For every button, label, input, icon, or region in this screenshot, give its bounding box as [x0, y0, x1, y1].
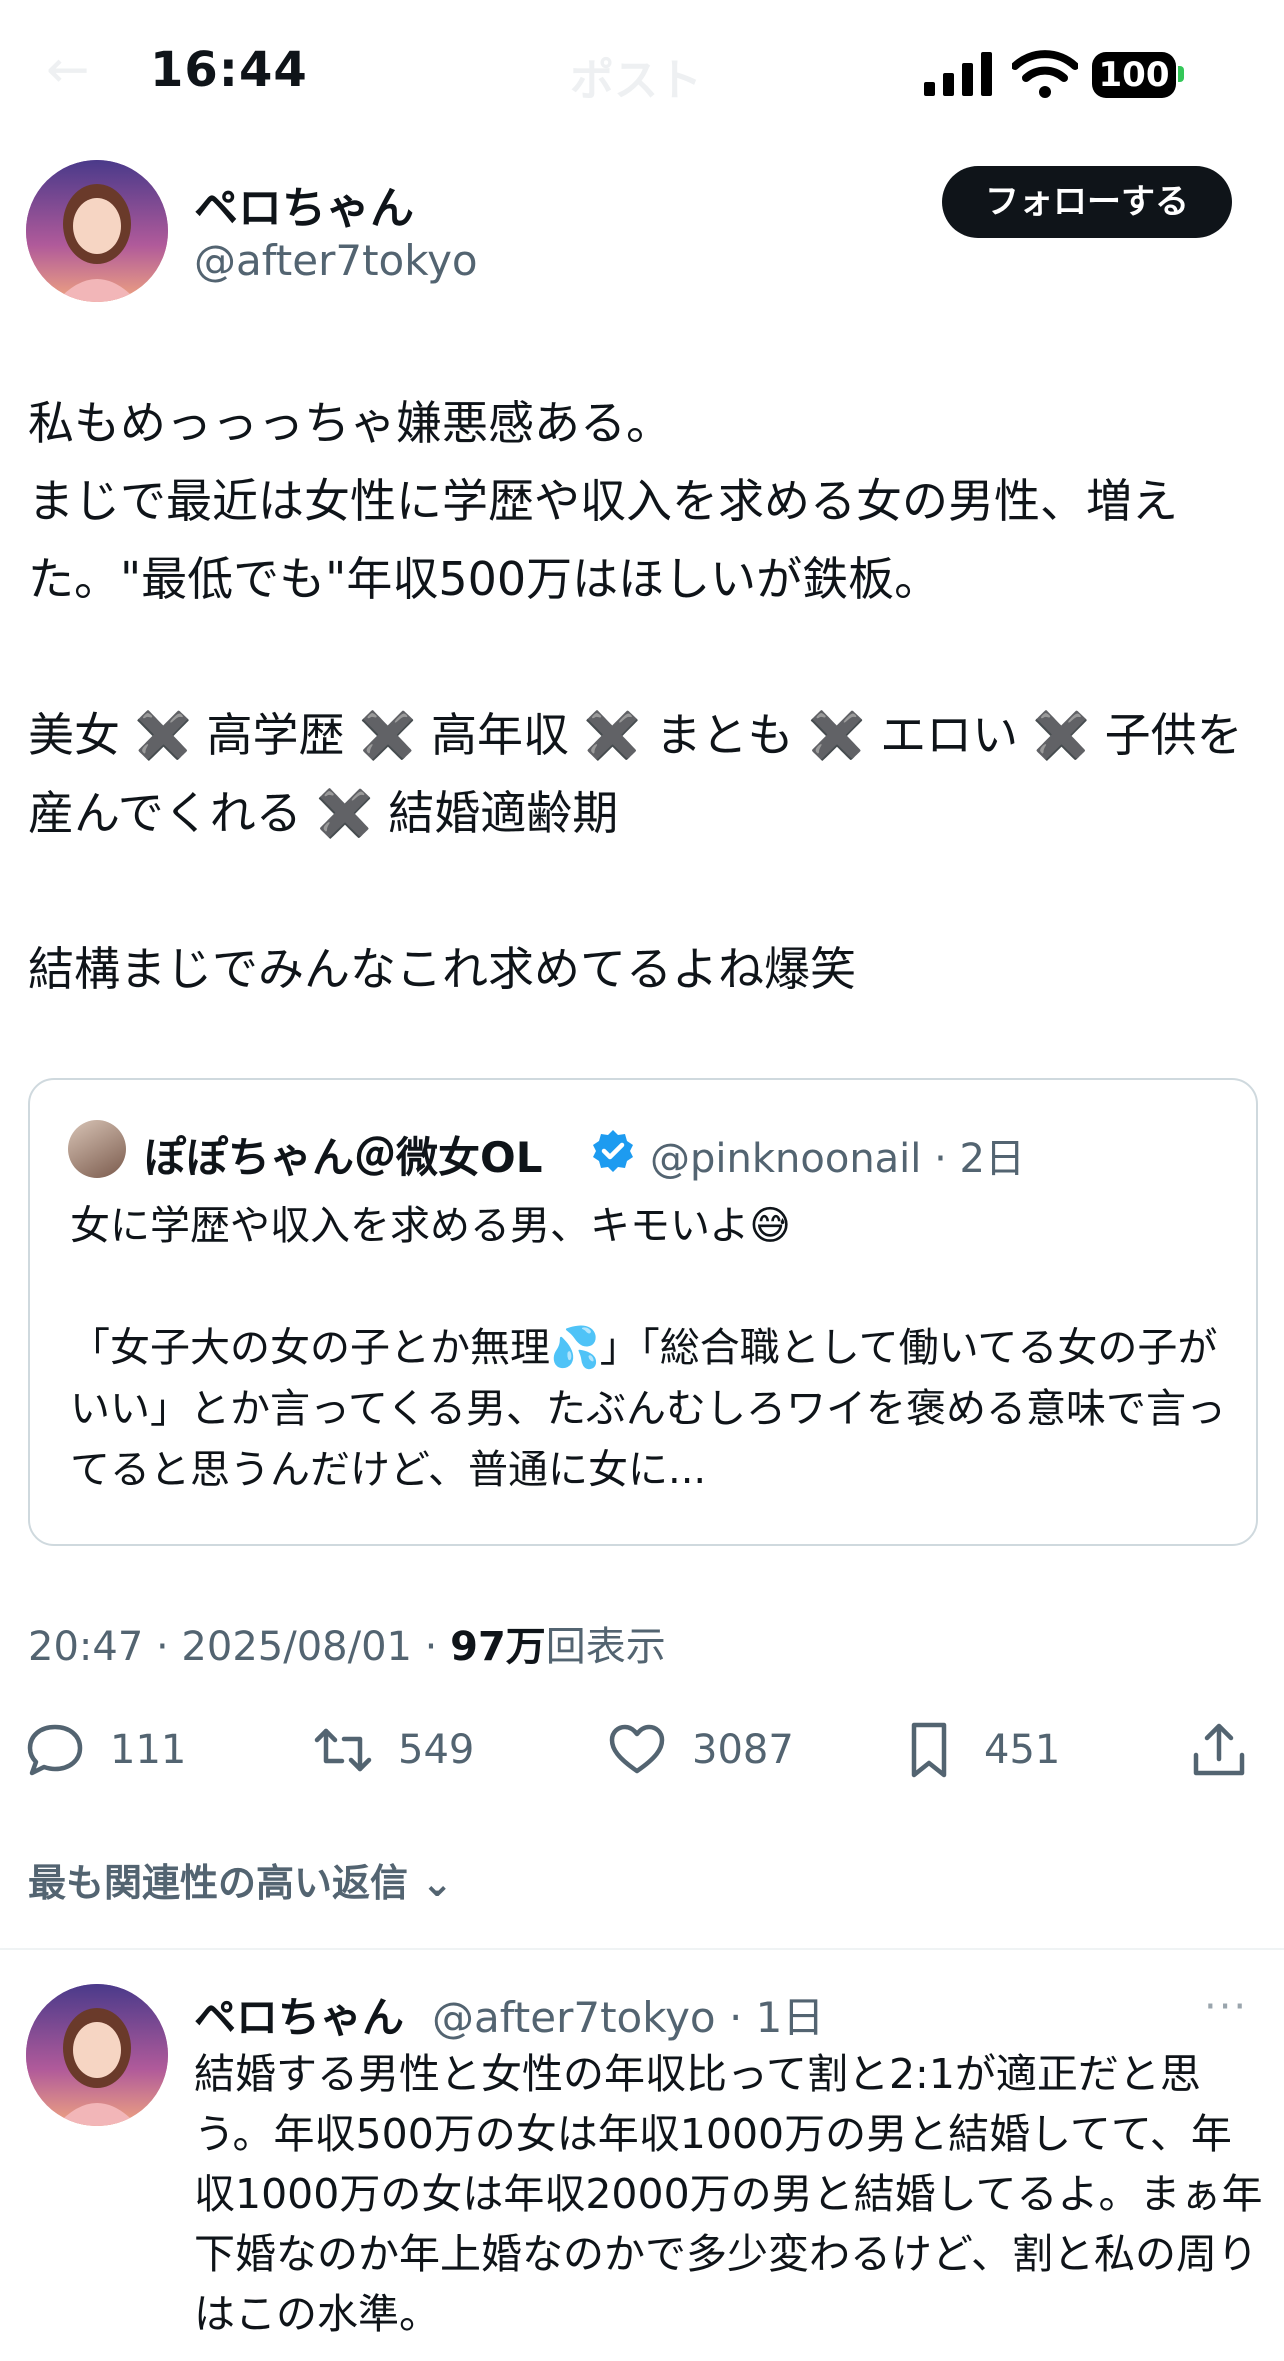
- cellular-signal-icon: [924, 52, 992, 96]
- follow-button[interactable]: フォローする: [942, 166, 1232, 238]
- like-count: 3087: [692, 1727, 794, 1773]
- battery-charging-tip: [1178, 66, 1184, 82]
- replies-sort-label: 最も関連性の高い返信: [28, 1861, 409, 1905]
- reply-icon: [27, 1724, 83, 1776]
- replies-sort-dropdown[interactable]: 最も関連性の高い返信 ⌄: [28, 1852, 453, 1907]
- reply-display-name[interactable]: ペロちゃん: [194, 1984, 404, 2045]
- reply-text: 結婚する男性と女性の年収比って割と2:1が適正だと思う。年収500万の女は年収1…: [194, 2050, 1263, 2338]
- heart-icon: [609, 1724, 665, 1774]
- bookmark-button[interactable]: 451: [900, 1720, 1060, 1780]
- share-button[interactable]: [1190, 1720, 1248, 1780]
- quoted-post-text: 女に学歴や収入を求める男、キモいよ😅 「女子大の女の子とか無理💦」「総合職として…: [70, 1203, 1226, 1493]
- battery-indicator: 100: [1092, 52, 1176, 98]
- quoted-handle-time: @pinknoonail · 2日: [650, 1136, 1025, 1182]
- user-handle[interactable]: @after7tokyo: [194, 236, 478, 285]
- back-arrow-icon[interactable]: ←: [46, 40, 90, 100]
- views-label: 回表示: [545, 1624, 666, 1670]
- avatar[interactable]: [26, 160, 168, 302]
- share-icon: [1193, 1723, 1245, 1776]
- post-meta: 20:47 · 2025/08/01 · 97万回表示: [28, 1614, 666, 1672]
- divider: [0, 1948, 1284, 1950]
- status-time: 16:44: [150, 42, 308, 98]
- like-button[interactable]: 3087: [608, 1720, 794, 1780]
- post-text: 私もめっっっちゃ嫌悪感ある。 まじで最近は女性に学歴や収入を求める女の男性、増え…: [28, 396, 1243, 996]
- more-options-icon[interactable]: ···: [1204, 1984, 1248, 2030]
- repost-icon: [314, 1728, 372, 1772]
- display-name[interactable]: ペロちゃん: [194, 172, 414, 236]
- bookmark-count: 451: [984, 1727, 1061, 1773]
- page-title: ポスト: [570, 55, 702, 106]
- quoted-display-name: ぽぽちゃん＠微女OL: [144, 1133, 543, 1182]
- reply-button[interactable]: 111: [26, 1720, 186, 1780]
- repost-button[interactable]: 549: [314, 1720, 474, 1780]
- reply-count: 111: [110, 1727, 187, 1773]
- repost-count: 549: [398, 1727, 475, 1773]
- reply-avatar[interactable]: [26, 1984, 168, 2126]
- chevron-down-icon: ⌄: [408, 1861, 454, 1905]
- verified-badge-icon: [593, 1130, 633, 1172]
- post-timestamp: 20:47 · 2025/08/01 ·: [28, 1624, 451, 1670]
- quoted-avatar: [68, 1120, 126, 1178]
- wifi-icon: [1012, 50, 1078, 98]
- views-count: 97万: [450, 1624, 546, 1670]
- bookmark-icon: [911, 1722, 947, 1778]
- reply-handle-time[interactable]: @after7tokyo · 1日: [432, 1984, 824, 2045]
